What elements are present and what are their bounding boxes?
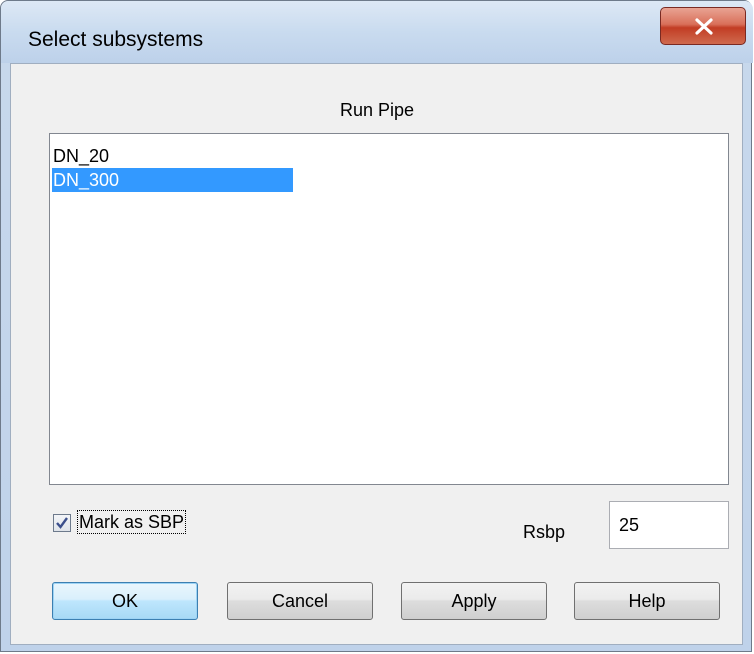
close-button[interactable]	[660, 7, 746, 45]
ok-button[interactable]: OK	[52, 582, 198, 620]
subsystem-listbox[interactable]: DN_20 DN_300	[49, 133, 729, 485]
help-button[interactable]: Help	[574, 582, 720, 620]
list-caption: Run Pipe	[339, 100, 415, 120]
rsbp-label: Rsbp	[523, 522, 566, 542]
window-title: Select subsystems	[28, 28, 204, 51]
mark-as-sbp-row[interactable]: Mark as SBP	[53, 509, 187, 535]
title-bar[interactable]: Select subsystems	[1, 1, 753, 63]
cancel-button[interactable]: Cancel	[227, 582, 373, 620]
mark-as-sbp-checkbox[interactable]	[53, 513, 71, 532]
checkmark-icon	[56, 516, 68, 529]
mark-as-sbp-label[interactable]: Mark as SBP	[77, 510, 187, 534]
list-item-dn-300[interactable]: DN_300	[52, 168, 293, 192]
close-icon	[695, 18, 713, 35]
rsbp-input[interactable]	[609, 501, 729, 549]
apply-button[interactable]: Apply	[401, 582, 547, 620]
list-item-dn-20[interactable]: DN_20	[52, 144, 293, 168]
